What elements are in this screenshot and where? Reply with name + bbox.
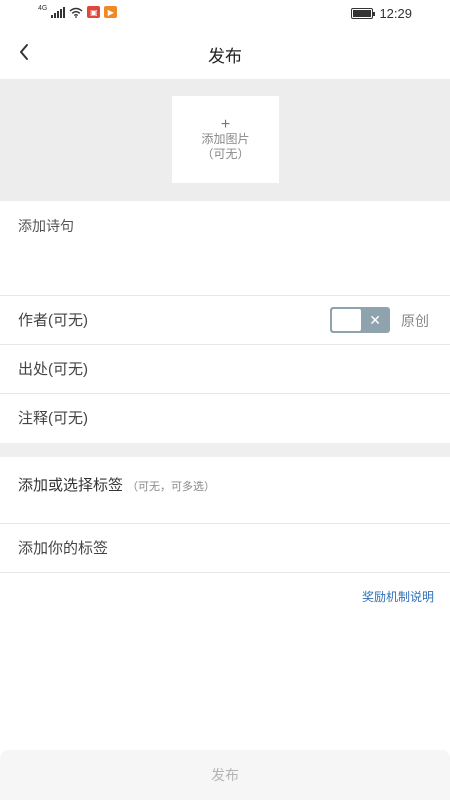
source-input[interactable] [18, 345, 318, 393]
your-tags-row [0, 523, 450, 573]
original-toggle[interactable]: ✕ [330, 307, 390, 333]
your-tags-input[interactable] [18, 524, 418, 572]
status-icons-right: 12:29 [351, 6, 412, 21]
image-upload-area: + 添加图片 （可无） [0, 79, 450, 201]
section-divider [0, 443, 450, 457]
battery-icon [351, 8, 376, 19]
notes-input[interactable] [18, 394, 318, 442]
original-label: 原创 [401, 313, 429, 329]
author-row: ✕ 原创 [0, 295, 450, 344]
network-type: 4G [38, 4, 48, 12]
toggle-knob [331, 308, 362, 332]
author-input[interactable] [18, 296, 318, 344]
publish-button[interactable]: 发布 [0, 750, 450, 800]
status-time: 12:29 [379, 6, 412, 21]
video-app-icon: ▶ [104, 6, 118, 18]
app-notification-icon: ▣ [87, 6, 101, 18]
close-icon: ✕ [369, 312, 381, 328]
poem-input[interactable] [18, 216, 432, 286]
nav-bar: 发布 [0, 28, 450, 78]
battery-fill [353, 10, 371, 17]
select-tags-label: 添加或选择标签 [18, 477, 124, 494]
select-tags-title: 添加或选择标签 （可无，可多选） [18, 474, 215, 495]
select-tags-hint: （可无，可多选） [127, 481, 216, 493]
source-row [0, 344, 450, 393]
status-icons-left: 4G ▣ ▶ [38, 4, 118, 18]
plus-icon: + [220, 115, 231, 133]
select-tags-row[interactable]: 添加或选择标签 （可无，可多选） [0, 457, 450, 524]
add-image-button[interactable]: + 添加图片 （可无） [172, 96, 279, 183]
add-image-label: 添加图片 [201, 131, 250, 146]
page-title: 发布 [208, 47, 242, 66]
reward-rules-link[interactable]: 奖励机制说明 [362, 588, 434, 605]
add-image-hint: （可无） [201, 146, 250, 161]
wifi-icon [69, 7, 83, 18]
notes-row [0, 393, 450, 443]
status-bar: 4G ▣ ▶ 12:29 [0, 0, 450, 28]
signal-icon [51, 6, 66, 18]
